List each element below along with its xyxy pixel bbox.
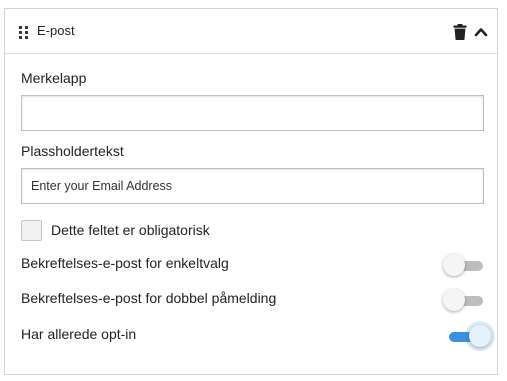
required-checkbox-label: Dette feltet er obligatorisk bbox=[51, 222, 210, 238]
panel-header[interactable]: E-post bbox=[5, 9, 497, 54]
placeholder-field-label: Plassholdertekst bbox=[21, 143, 124, 159]
chevron-up-icon[interactable] bbox=[474, 25, 488, 39]
drag-handle-icon[interactable] bbox=[19, 26, 29, 39]
label-input[interactable] bbox=[21, 95, 484, 131]
toggle-label-single-optin: Bekreftelses-e-post for enkeltvalg bbox=[21, 255, 229, 271]
toggle-label-already-optin: Har allerede opt-in bbox=[21, 326, 137, 342]
required-checkbox[interactable] bbox=[21, 220, 42, 241]
toggle-already-optin[interactable] bbox=[443, 325, 491, 349]
toggle-double-optin[interactable] bbox=[443, 289, 487, 313]
toggle-single-optin[interactable] bbox=[443, 254, 487, 278]
email-field-settings-panel: E-post Merkelapp Plassholdertekst Dette … bbox=[4, 8, 498, 375]
panel-title: E-post bbox=[37, 23, 75, 38]
trash-icon[interactable] bbox=[453, 24, 467, 40]
placeholder-text-input[interactable] bbox=[21, 168, 484, 204]
toggle-label-double-optin: Bekreftelses-e-post for dobbel påmelding bbox=[21, 290, 277, 306]
label-field-label: Merkelapp bbox=[21, 70, 87, 86]
